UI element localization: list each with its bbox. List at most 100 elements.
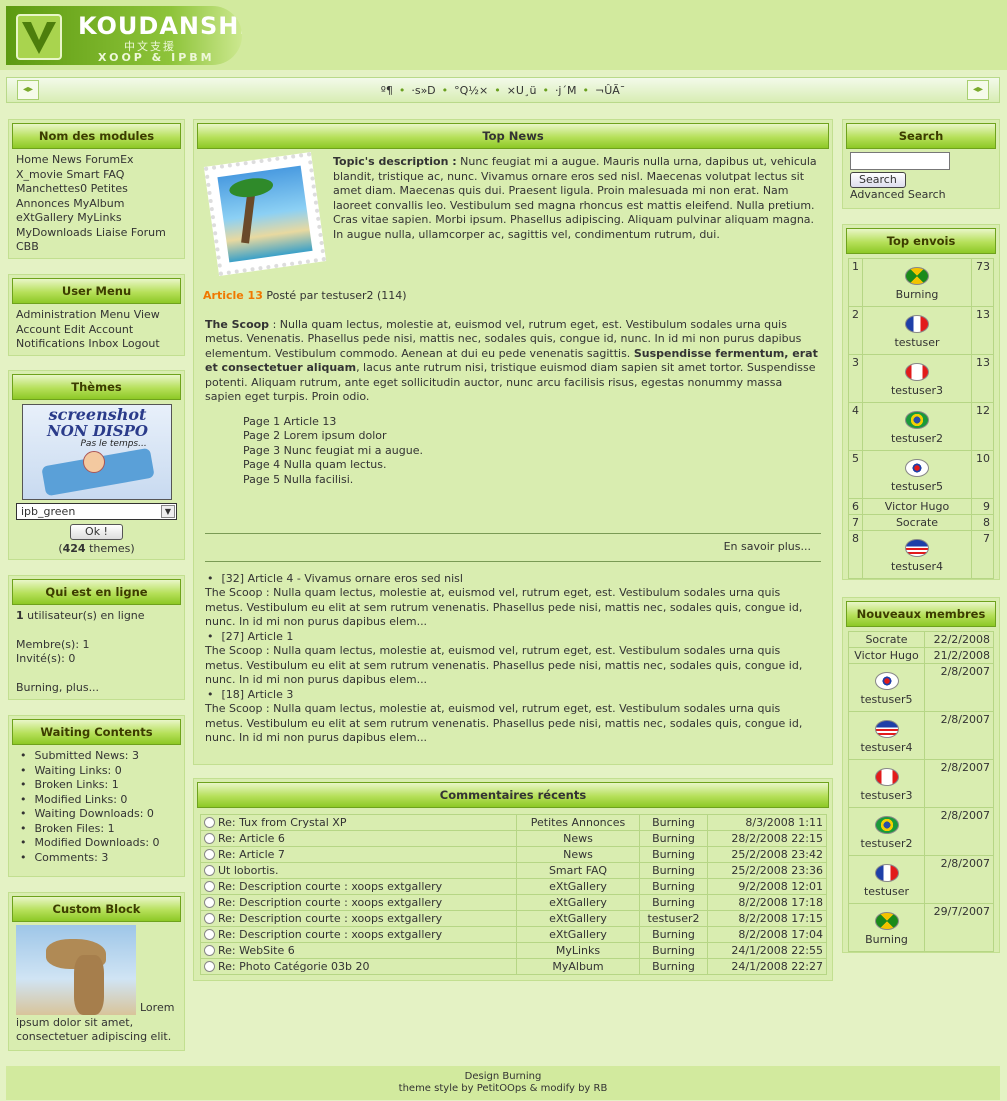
module-link[interactable]: News [52,153,82,166]
site-logo[interactable]: KOUDANSHI 中文支援 XOOP & IPBM [6,6,242,65]
user-link[interactable]: testuser3 [891,384,943,397]
nav-item[interactable]: ·j´M [555,84,577,97]
search-button[interactable]: Search [850,172,906,188]
comment-module[interactable]: Smart FAQ [516,862,640,879]
comment-link[interactable]: Re: Article 7 [218,848,285,861]
user-link[interactable]: Socrate [896,516,938,529]
user-link[interactable]: testuser4 [860,741,912,754]
article-page-link[interactable]: Page 4 Nulla quam lectus. [243,458,821,473]
module-link[interactable]: X_movie [16,168,63,181]
online-names-link[interactable]: Burning, plus... [16,681,177,696]
nav-item[interactable]: °Q½× [454,84,488,97]
comment-poster[interactable]: Burning [639,878,708,895]
module-link[interactable]: CBB [16,240,39,253]
user-link[interactable]: Victor Hugo [854,649,918,662]
user-link[interactable]: testuser5 [891,480,943,493]
news-item-title[interactable]: • [27] Article 1 [205,630,821,645]
comment-module[interactable]: eXtGallery [516,926,640,943]
user-link[interactable]: testuser [864,885,909,898]
theme-select[interactable]: ipb_green ▼ [16,503,177,520]
user-link[interactable]: testuser [894,336,939,349]
comment-poster[interactable]: Burning [639,894,708,911]
waiting-item[interactable]: Waiting Downloads: 0 [20,807,177,822]
nav-item[interactable]: ¬ÛÃ¯ [595,84,625,97]
article-meta: Posté par testuser2 (114) [266,289,407,302]
user-link[interactable]: Burning [896,288,939,301]
advanced-search-link[interactable]: Advanced Search [850,188,992,203]
comment-module[interactable]: MyAlbum [516,958,640,975]
comment-poster[interactable]: Burning [639,846,708,863]
user-menu-link[interactable]: Edit Account [64,323,133,336]
article-page-link[interactable]: Page 3 Nunc feugiat mi a augue. [243,444,821,459]
comment-poster[interactable]: Burning [639,942,708,959]
comment-link[interactable]: Re: Description courte : xoops extgaller… [218,928,442,941]
table-row: testuser4 2/8/2007 [848,711,994,760]
user-link[interactable]: testuser3 [860,789,912,802]
article-page-link[interactable]: Page 5 Nulla facilisi. [243,473,821,488]
waiting-item[interactable]: Comments: 3 [20,851,177,866]
nav-right-arrow-icon[interactable]: ◂▸ [967,80,989,100]
comment-link[interactable]: Re: Description courte : xoops extgaller… [218,912,442,925]
module-link[interactable]: Smart FAQ [66,168,124,181]
module-link[interactable]: MyLinks [77,211,121,224]
comment-module[interactable]: Petites Annonces [516,814,640,831]
user-link[interactable]: testuser4 [891,560,943,573]
nav-item[interactable]: ·s»D [411,84,435,97]
user-link[interactable]: Burning [865,933,908,946]
comment-link[interactable]: Re: Description courte : xoops extgaller… [218,896,442,909]
module-link[interactable]: Home [16,153,48,166]
user-link[interactable]: Victor Hugo [885,500,949,513]
comment-module[interactable]: eXtGallery [516,878,640,895]
comment-module[interactable]: News [516,846,640,863]
module-link[interactable]: MyAlbum [73,197,124,210]
comment-link[interactable]: Re: Tux from Crystal XP [218,816,346,829]
user-menu-link[interactable]: Inbox [88,337,118,350]
comment-poster[interactable]: Burning [639,926,708,943]
block-title: Qui est en ligne [12,579,181,605]
comment-module[interactable]: MyLinks [516,942,640,959]
module-link[interactable]: Liaise [96,226,127,239]
comment-link[interactable]: Re: Photo Catégorie 03b 20 [218,960,370,973]
read-more-link[interactable]: En savoir plus... [205,534,821,561]
waiting-item[interactable]: Broken Links: 1 [20,778,177,793]
comment-module[interactable]: eXtGallery [516,894,640,911]
user-menu-link[interactable]: Logout [122,337,160,350]
comment-poster[interactable]: testuser2 [639,910,708,927]
theme-ok-button[interactable]: Ok ! [70,524,123,540]
comment-module[interactable]: eXtGallery [516,910,640,927]
user-link[interactable]: testuser2 [891,432,943,445]
nav-item[interactable]: º¶ [381,84,393,97]
waiting-item[interactable]: Broken Files: 1 [20,822,177,837]
modules-list: Home News ForumEx X_movie Smart FAQ Manc… [12,149,181,259]
user-link[interactable]: Socrate [865,633,907,646]
comment-module[interactable]: News [516,830,640,847]
comment-poster[interactable]: Burning [639,958,708,975]
module-link[interactable]: Manchettes0 [16,182,87,195]
article-page-link[interactable]: Page 2 Lorem ipsum dolor [243,429,821,444]
article-page-link[interactable]: Page 1 Article 13 [243,415,821,430]
comment-link[interactable]: Ut lobortis. [218,864,278,877]
waiting-item[interactable]: Modified Downloads: 0 [20,836,177,851]
module-link[interactable]: ForumEx [85,153,133,166]
article-link[interactable]: Article 13 [203,289,263,302]
waiting-item[interactable]: Modified Links: 0 [20,793,177,808]
comment-poster[interactable]: Burning [639,814,708,831]
comment-poster[interactable]: Burning [639,862,708,879]
comment-link[interactable]: Re: Description courte : xoops extgaller… [218,880,442,893]
user-link[interactable]: testuser2 [860,837,912,850]
news-item-title[interactable]: • [18] Article 3 [205,688,821,703]
module-link[interactable]: MyDownloads [16,226,92,239]
waiting-item[interactable]: Waiting Links: 0 [20,764,177,779]
search-input[interactable] [850,152,950,170]
module-link[interactable]: eXtGallery [16,211,74,224]
comment-link[interactable]: Re: WebSite 6 [218,944,295,957]
user-link[interactable]: testuser5 [860,693,912,706]
waiting-item[interactable]: Submitted News: 3 [20,749,177,764]
news-item-title[interactable]: • [32] Article 4 - Vivamus ornare eros se… [205,572,821,587]
comment-poster[interactable]: Burning [639,830,708,847]
nav-item[interactable]: ×U¸ü [507,84,537,97]
user-menu-link[interactable]: Administration Menu [16,308,130,321]
user-menu-link[interactable]: Notifications [16,337,85,350]
module-link[interactable]: Forum [131,226,166,239]
comment-link[interactable]: Re: Article 6 [218,832,285,845]
